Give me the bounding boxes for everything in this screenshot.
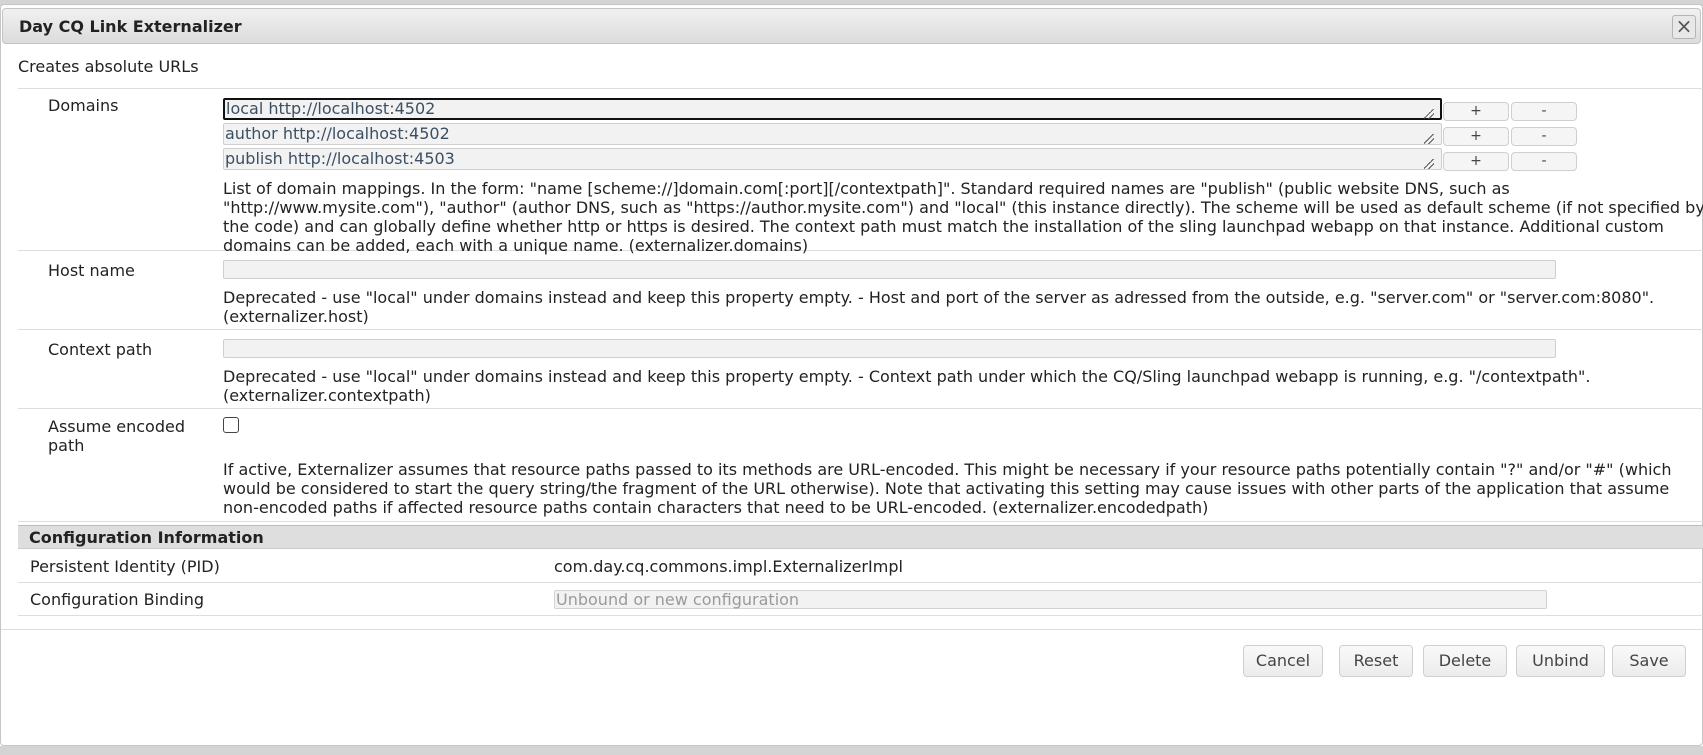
configuration-binding-field[interactable]: Unbound or new configuration xyxy=(554,590,1547,609)
resize-grip-icon[interactable] xyxy=(1424,109,1434,119)
encoded-path-checkbox[interactable] xyxy=(223,417,239,433)
domain-entry-row: author http://localhost:4502 + - xyxy=(223,123,1703,146)
domain-input[interactable]: author http://localhost:4502 xyxy=(223,123,1442,145)
domain-input[interactable]: publish http://localhost:4503 xyxy=(223,148,1442,170)
cancel-button[interactable]: Cancel xyxy=(1243,645,1323,677)
property-list: Domains local http://localhost:4502 + - … xyxy=(18,88,1703,522)
remove-domain-button[interactable]: - xyxy=(1511,152,1577,171)
background-strip-bottom xyxy=(0,746,1703,755)
domain-input[interactable]: local http://localhost:4502 xyxy=(223,98,1442,120)
footer-divider xyxy=(1,629,1702,630)
domain-entry-row: local http://localhost:4502 + - xyxy=(223,98,1703,121)
configuration-info-title: Configuration Information xyxy=(29,528,264,547)
property-row-context-path: Context path Deprecated - use "local" un… xyxy=(18,330,1703,409)
configuration-dialog: Day CQ Link Externalizer × Creates absol… xyxy=(0,4,1703,746)
delete-button[interactable]: Delete xyxy=(1423,645,1507,677)
property-row-domains: Domains local http://localhost:4502 + - … xyxy=(18,89,1703,255)
domains-label: Domains xyxy=(48,96,119,115)
configuration-info-header: Configuration Information xyxy=(18,525,1703,549)
dialog-titlebar: Day CQ Link Externalizer × xyxy=(2,8,1701,44)
add-domain-button[interactable]: + xyxy=(1443,127,1509,146)
resize-grip-icon[interactable] xyxy=(1424,134,1434,144)
context-path-description: Deprecated - use "local" under domains i… xyxy=(223,367,1591,405)
pid-label: Persistent Identity (PID) xyxy=(30,557,220,576)
domain-entry-row: publish http://localhost:4503 + - xyxy=(223,148,1703,171)
host-name-input[interactable] xyxy=(223,260,1556,279)
unbind-button[interactable]: Unbind xyxy=(1516,645,1605,677)
host-name-description: Deprecated - use "local" under domains i… xyxy=(223,288,1655,326)
add-domain-button[interactable]: + xyxy=(1443,152,1509,171)
encoded-path-description: If active, Externalizer assumes that res… xyxy=(223,460,1672,517)
dialog-subtitle: Creates absolute URLs xyxy=(18,57,199,76)
pid-row: Persistent Identity (PID) com.day.cq.com… xyxy=(18,550,1703,583)
binding-row: Configuration Binding Unbound or new con… xyxy=(18,583,1703,616)
property-row-encoded-path: Assume encoded path If active, Externali… xyxy=(18,409,1703,522)
context-path-input[interactable] xyxy=(223,339,1556,358)
binding-label: Configuration Binding xyxy=(30,590,205,609)
close-icon[interactable]: × xyxy=(1672,15,1696,39)
property-row-host-name: Host name Deprecated - use "local" under… xyxy=(18,251,1703,330)
remove-domain-button[interactable]: - xyxy=(1511,127,1577,146)
resize-grip-icon[interactable] xyxy=(1424,159,1434,169)
reset-button[interactable]: Reset xyxy=(1339,645,1413,677)
encoded-path-label: Assume encoded path xyxy=(48,417,185,455)
remove-domain-button[interactable]: - xyxy=(1511,102,1577,121)
context-path-label: Context path xyxy=(48,340,153,359)
pid-value: com.day.cq.commons.impl.ExternalizerImpl xyxy=(554,557,903,576)
add-domain-button[interactable]: + xyxy=(1443,102,1509,121)
domains-description: List of domain mappings. In the form: "n… xyxy=(223,179,1703,255)
host-name-label: Host name xyxy=(48,261,135,280)
save-button[interactable]: Save xyxy=(1612,645,1686,677)
dialog-title: Day CQ Link Externalizer xyxy=(19,17,242,36)
